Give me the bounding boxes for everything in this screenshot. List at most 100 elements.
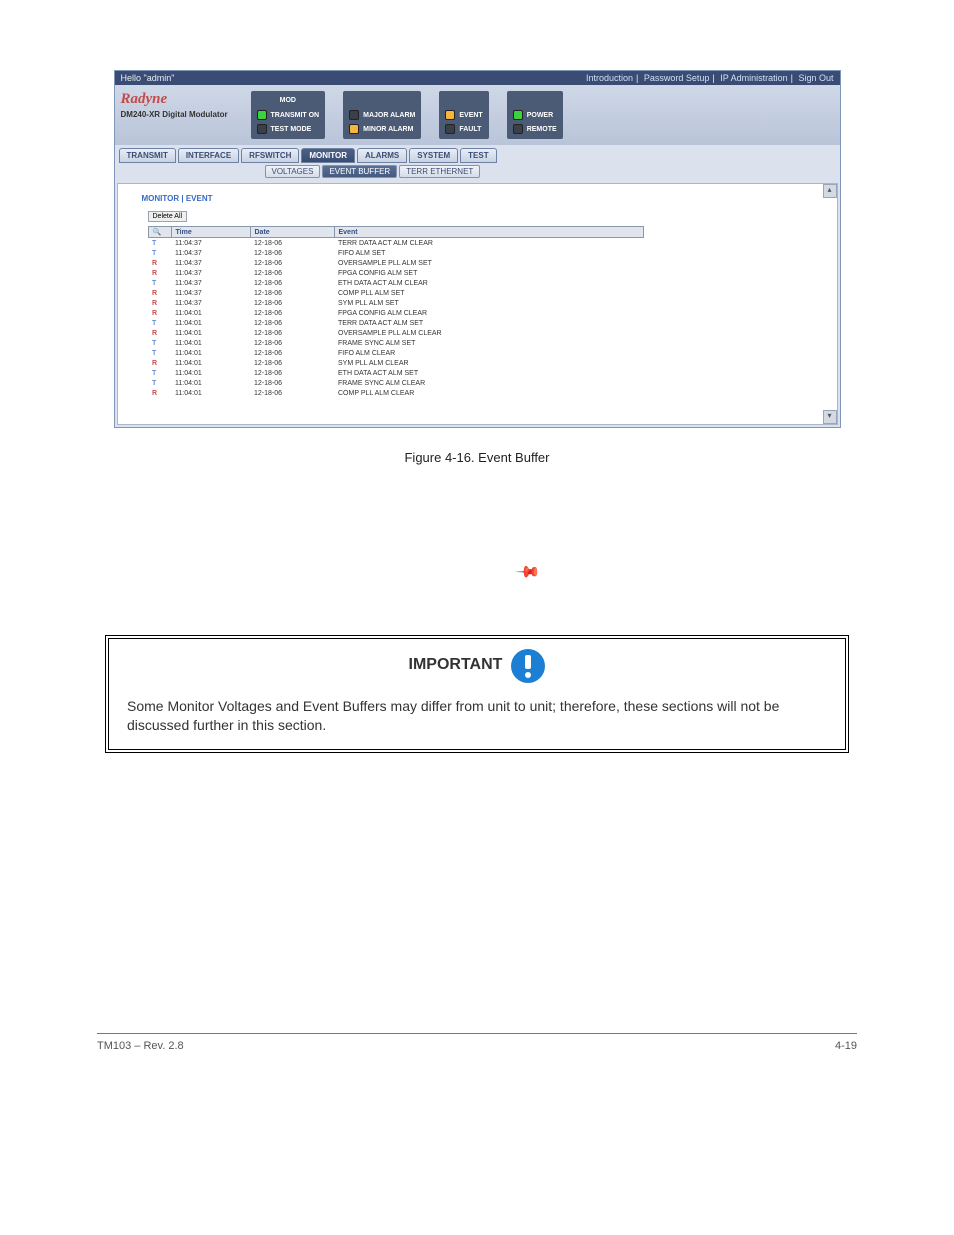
table-row[interactable]: T11:04:0112-18-06ETH DATA ACT ALM SET [148,368,643,378]
table-row[interactable]: R11:04:3712-18-06OVERSAMPLE PLL ALM SET [148,258,643,268]
row-event: TERR DATA ACT ALM SET [334,318,643,328]
row-mark: R [148,328,171,338]
breadcrumb: MONITOR | EVENT [118,184,837,209]
header: Radyne DM240-XR Digital Modulator MOD TR… [115,85,840,145]
led-remote [513,124,523,134]
row-time: 11:04:37 [171,278,250,288]
row-event: COMP PLL ALM CLEAR [334,388,643,398]
subtab-event-buffer[interactable]: EVENT BUFFER [322,165,397,178]
led-group-event: EVENT FAULT [439,91,488,139]
row-date: 12-18-06 [250,388,334,398]
row-time: 11:04:37 [171,258,250,268]
row-time: 11:04:01 [171,328,250,338]
table-row[interactable]: R11:04:0112-18-06OVERSAMPLE PLL ALM CLEA… [148,328,643,338]
row-time: 11:04:01 [171,358,250,368]
row-event: FRAME SYNC ALM SET [334,338,643,348]
table-row[interactable]: R11:04:3712-18-06SYM PLL ALM SET [148,298,643,308]
subtab-voltages[interactable]: VOLTAGES [265,165,321,178]
row-mark: R [148,258,171,268]
row-date: 12-18-06 [250,368,334,378]
row-time: 11:04:37 [171,238,250,249]
tab-interface[interactable]: INTERFACE [178,148,239,163]
row-time: 11:04:01 [171,388,250,398]
row-mark: T [148,318,171,328]
row-event: FPGA CONFIG ALM CLEAR [334,308,643,318]
delete-all-button[interactable]: Delete All [148,211,188,222]
tab-transmit[interactable]: TRANSMIT [119,148,176,163]
col-date[interactable]: Date [250,227,334,238]
subtab-terr-ethernet[interactable]: TERR ETHERNET [399,165,480,178]
brand-logo: Radyne [121,91,251,108]
led-group-alarm: MAJOR ALARM MINOR ALARM [343,91,421,139]
row-time: 11:04:01 [171,368,250,378]
col-event[interactable]: Event [334,227,643,238]
link-introduction[interactable]: Introduction [586,73,633,83]
led-group-mod: MOD TRANSMIT ON TEST MODE [251,91,326,139]
row-mark: R [148,358,171,368]
tab-rfswitch[interactable]: RFSWITCH [241,148,299,163]
row-time: 11:04:01 [171,308,250,318]
row-date: 12-18-06 [250,338,334,348]
row-event: ETH DATA ACT ALM SET [334,368,643,378]
info-icon [511,649,545,683]
row-date: 12-18-06 [250,288,334,298]
row-event: TERR DATA ACT ALM CLEAR [334,238,643,249]
tab-monitor[interactable]: MONITOR [301,148,355,163]
link-password-setup[interactable]: Password Setup [644,73,710,83]
row-date: 12-18-06 [250,348,334,358]
row-date: 12-18-06 [250,268,334,278]
col-time[interactable]: Time [171,227,250,238]
row-event: OVERSAMPLE PLL ALM SET [334,258,643,268]
led-event [445,110,455,120]
figure-caption: Figure 4-16. Event Buffer [0,450,954,465]
row-event: FIFO ALM SET [334,248,643,258]
pushpin-icon: 📌 [514,558,542,586]
row-mark: R [148,308,171,318]
main-tabs: TRANSMIT INTERFACE RFSWITCH MONITOR ALAR… [115,145,840,163]
tab-system[interactable]: SYSTEM [409,148,458,163]
table-row[interactable]: T11:04:0112-18-06FRAME SYNC ALM SET [148,338,643,348]
footer-left: TM103 – Rev. 2.8 [97,1040,184,1052]
row-event: SYM PLL ALM CLEAR [334,358,643,368]
link-sign-out[interactable]: Sign Out [798,73,833,83]
led-transmit-on [257,110,267,120]
table-row[interactable]: T11:04:0112-18-06FRAME SYNC ALM CLEAR [148,378,643,388]
row-event: OVERSAMPLE PLL ALM CLEAR [334,328,643,338]
table-row[interactable]: R11:04:3712-18-06FPGA CONFIG ALM SET [148,268,643,278]
row-event: SYM PLL ALM SET [334,298,643,308]
led-group-power: POWER REMOTE [507,91,563,139]
row-time: 11:04:01 [171,348,250,358]
table-row[interactable]: R11:04:3712-18-06COMP PLL ALM SET [148,288,643,298]
scroll-down-icon[interactable]: ▾ [823,410,837,424]
row-date: 12-18-06 [250,258,334,268]
hello-user: Hello "admin" [121,73,175,83]
table-row[interactable]: T11:04:3712-18-06TERR DATA ACT ALM CLEAR [148,238,643,249]
table-row[interactable]: R11:04:0112-18-06COMP PLL ALM CLEAR [148,388,643,398]
table-row[interactable]: T11:04:0112-18-06TERR DATA ACT ALM SET [148,318,643,328]
row-date: 12-18-06 [250,378,334,388]
link-ip-administration[interactable]: IP Administration [720,73,787,83]
row-mark: R [148,268,171,278]
brand: Radyne DM240-XR Digital Modulator [121,89,251,119]
row-date: 12-18-06 [250,358,334,368]
row-time: 11:04:01 [171,338,250,348]
row-time: 11:04:37 [171,298,250,308]
row-mark: T [148,278,171,288]
row-date: 12-18-06 [250,298,334,308]
table-row[interactable]: T11:04:3712-18-06FIFO ALM SET [148,248,643,258]
tab-alarms[interactable]: ALARMS [357,148,407,163]
table-row[interactable]: R11:04:0112-18-06FPGA CONFIG ALM CLEAR [148,308,643,318]
table-row[interactable]: R11:04:0112-18-06SYM PLL ALM CLEAR [148,358,643,368]
table-row[interactable]: T11:04:3712-18-06ETH DATA ACT ALM CLEAR [148,278,643,288]
row-time: 11:04:37 [171,268,250,278]
row-mark: T [148,368,171,378]
row-event: FPGA CONFIG ALM SET [334,268,643,278]
important-head: IMPORTANT [409,656,503,673]
tab-test[interactable]: TEST [460,148,496,163]
row-time: 11:04:01 [171,378,250,388]
row-mark: R [148,288,171,298]
led-major-alarm [349,110,359,120]
table-row[interactable]: T11:04:0112-18-06FIFO ALM CLEAR [148,348,643,358]
row-mark: T [148,338,171,348]
scroll-up-icon[interactable]: ▴ [823,184,837,198]
